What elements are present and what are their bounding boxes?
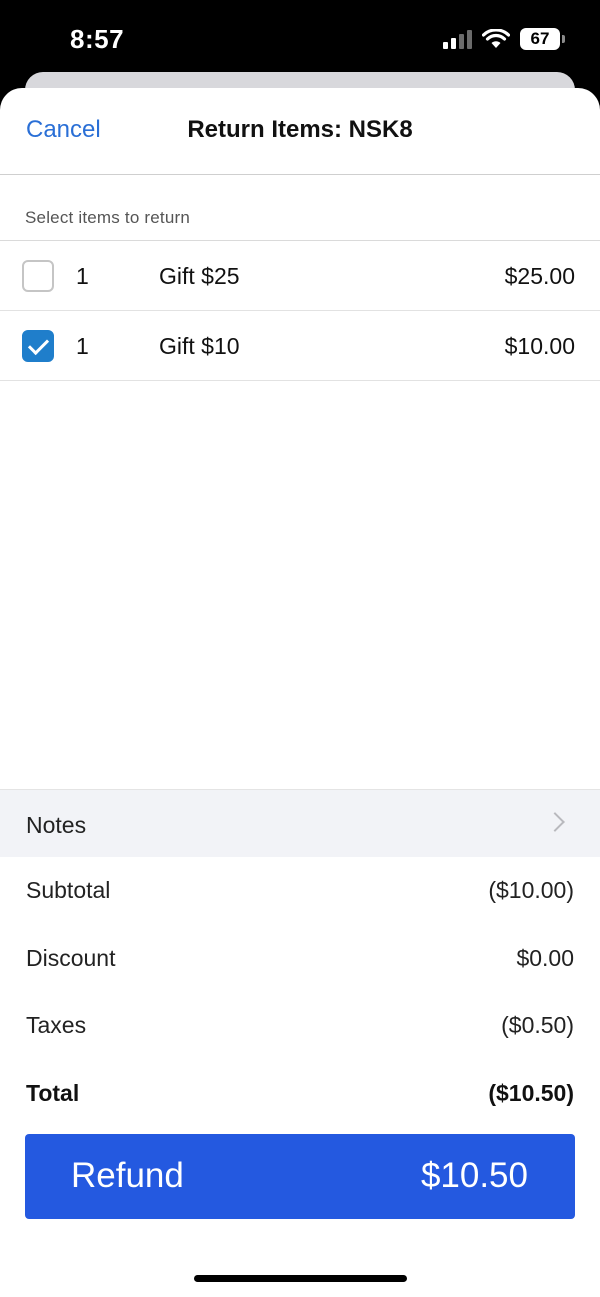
total-label: Total (26, 1080, 80, 1106)
discount-row: Discount $0.00 (0, 945, 600, 985)
item-price: $10.00 (504, 333, 575, 359)
refund-button-label: Refund (71, 1156, 184, 1195)
return-items-sheet: Cancel Return Items: NSK8 Select items t… (0, 88, 600, 1297)
status-bar: 8:57 67 (0, 0, 600, 80)
item-quantity: 1 (76, 333, 89, 359)
total-row: Total ($10.50) (0, 1080, 600, 1120)
item-name: Gift $25 (159, 263, 240, 289)
refund-button-amount: $10.50 (420, 1156, 528, 1195)
discount-value: $0.00 (516, 945, 574, 971)
chevron-right-icon (545, 812, 565, 832)
wifi-icon (482, 29, 510, 48)
taxes-row: Taxes ($0.50) (0, 1012, 600, 1052)
status-icons: 67 (443, 28, 565, 50)
taxes-label: Taxes (26, 1012, 87, 1038)
item-price: $25.00 (504, 263, 575, 289)
cellular-signal-icon (443, 29, 472, 49)
navigation-bar: Cancel Return Items: NSK8 (0, 88, 600, 175)
refund-button[interactable]: Refund $10.50 (25, 1134, 575, 1219)
section-header: Select items to return (0, 175, 600, 241)
home-indicator (194, 1275, 407, 1282)
notes-row[interactable]: Notes (0, 789, 600, 857)
item-checkbox[interactable] (22, 260, 54, 292)
subtotal-label: Subtotal (26, 877, 111, 903)
taxes-value: ($0.50) (501, 1012, 574, 1038)
return-item-row[interactable]: 1 Gift $10 $10.00 (0, 311, 600, 381)
discount-label: Discount (26, 945, 116, 971)
item-quantity: 1 (76, 263, 89, 289)
page-title: Return Items: NSK8 (187, 116, 413, 143)
notes-label: Notes (26, 812, 87, 838)
subtotal-value: ($10.00) (488, 877, 574, 903)
item-name: Gift $10 (159, 333, 240, 359)
section-header-label: Select items to return (25, 208, 191, 227)
total-value: ($10.50) (488, 1080, 574, 1106)
item-checkbox[interactable] (22, 330, 54, 362)
status-time: 8:57 (70, 24, 125, 54)
subtotal-row: Subtotal ($10.00) (0, 877, 600, 917)
return-item-row[interactable]: 1 Gift $25 $25.00 (0, 241, 600, 311)
battery-icon: 67 (520, 28, 565, 50)
